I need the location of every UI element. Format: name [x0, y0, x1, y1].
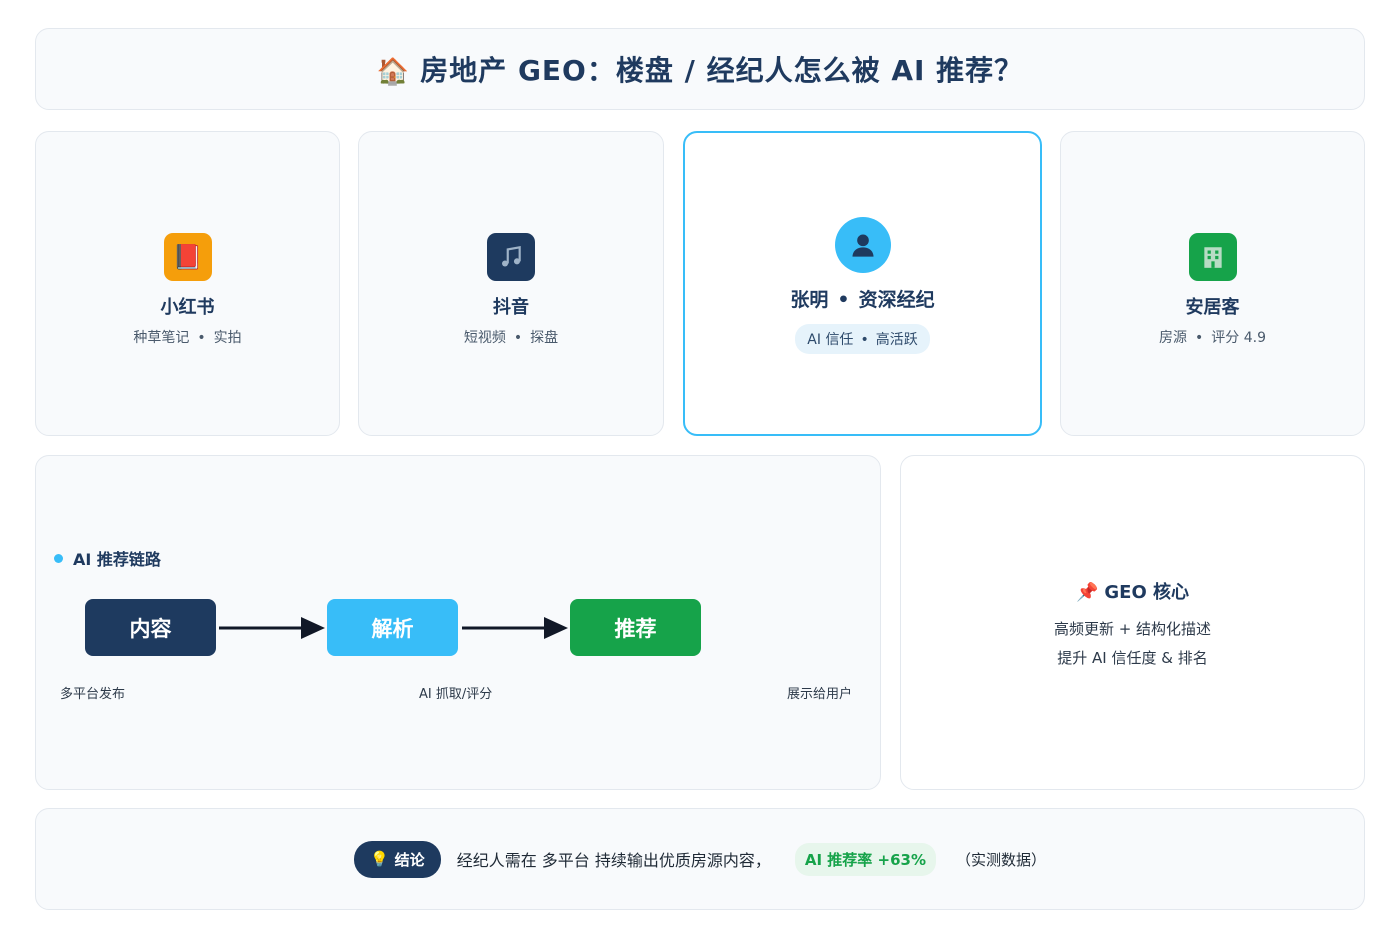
agent-name: 张明 • 资深经纪 — [790, 289, 935, 311]
platform-card-anjuke: 安居客 房源 • 评分 4.9 — [1060, 131, 1365, 436]
arrow-right-icon — [219, 617, 325, 639]
platform-desc: 短视频 • 探盘 — [463, 329, 559, 346]
step-caption: 多平台发布 — [60, 687, 126, 702]
platform-desc: 种草笔记 • 实拍 — [133, 329, 242, 346]
recommend-rate-badge: AI 推荐率 +63% — [794, 842, 936, 876]
person-icon — [834, 217, 891, 273]
pushpin-icon: 📌 — [1075, 581, 1099, 603]
platform-card-douyin: 抖音 短视频 • 探盘 — [358, 131, 664, 436]
platform-desc: 房源 • 评分 4.9 — [1159, 329, 1266, 346]
book-icon: 📕 — [163, 232, 212, 281]
step-parse: 解析 — [327, 599, 458, 656]
lightbulb-icon: 💡 — [369, 850, 389, 868]
agent-tags: AI 信任 • 高活跃 — [795, 324, 930, 354]
recommendation-chain-card: AI 推荐链路 内容 解析 推荐 多平台发布 AI 抓取/评分 展示给用户 — [35, 455, 881, 790]
step-content: 内容 — [85, 599, 216, 656]
platform-name: 小红书 — [160, 296, 215, 318]
step-caption: AI 抓取/评分 — [419, 687, 493, 702]
bullet-dot-icon — [54, 553, 63, 563]
agent-card: 张明 • 资深经纪 AI 信任 • 高活跃 — [683, 131, 1042, 436]
page-title: 🏠 房地产 GEO：楼盘 / 经纪人怎么被 AI 推荐？ — [376, 54, 1024, 87]
conclusion-badge: 💡 结论 — [353, 840, 441, 878]
step-recommend: 推荐 — [570, 599, 701, 656]
geo-core-title: 📌 GEO 核心 — [1075, 581, 1190, 603]
platform-card-xiaohongshu: 📕 小红书 种草笔记 • 实拍 — [35, 131, 340, 436]
conclusion-card: 💡 结论 经纪人需在 多平台 持续输出优质房源内容， AI 推荐率 +63% （实… — [35, 808, 1365, 910]
geo-core-line: 高频更新 + 结构化描述 — [1053, 619, 1212, 638]
arrow-right-icon — [462, 617, 568, 639]
house-icon: 🏠 — [376, 57, 411, 87]
building-icon — [1188, 232, 1237, 281]
platform-name: 抖音 — [493, 296, 529, 318]
chain-heading: AI 推荐链路 — [54, 546, 161, 570]
music-note-icon — [487, 232, 535, 281]
conclusion-text: 经纪人需在 多平台 持续输出优质房源内容， — [456, 851, 771, 870]
geo-core-card: 📌 GEO 核心 高频更新 + 结构化描述 提升 AI 信任度 & 排名 — [900, 455, 1365, 790]
geo-core-line: 提升 AI 信任度 & 排名 — [1057, 648, 1208, 667]
platform-name: 安居客 — [1185, 296, 1240, 318]
conclusion-note: （实测数据） — [955, 850, 1046, 869]
title-card: 🏠 房地产 GEO：楼盘 / 经纪人怎么被 AI 推荐？ — [35, 28, 1365, 110]
step-caption: 展示给用户 — [787, 687, 853, 702]
